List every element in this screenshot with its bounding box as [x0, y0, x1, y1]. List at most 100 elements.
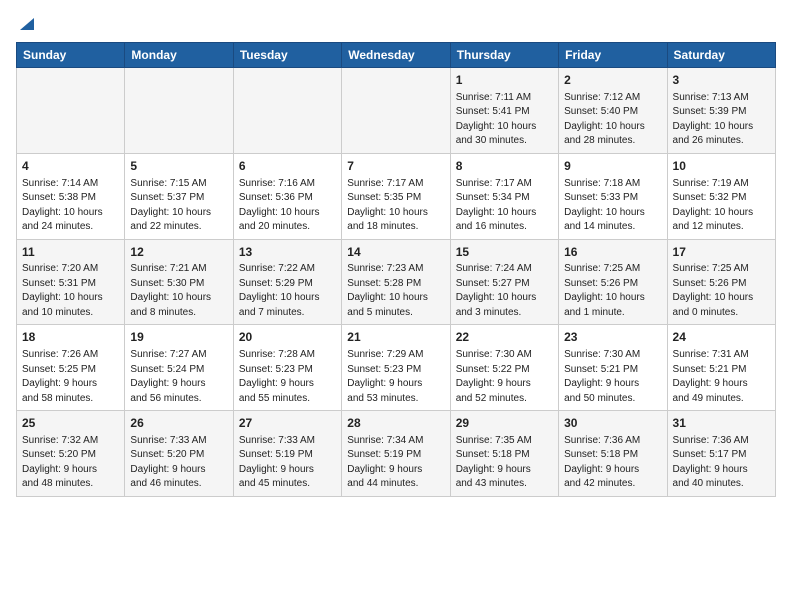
day-number: 12	[130, 244, 227, 261]
day-number: 21	[347, 329, 444, 346]
calendar-cell: 11Sunrise: 7:20 AM Sunset: 5:31 PM Dayli…	[17, 239, 125, 325]
col-header-saturday: Saturday	[667, 43, 775, 68]
day-info: Sunrise: 7:28 AM Sunset: 5:23 PM Dayligh…	[239, 348, 336, 406]
calendar-cell: 18 Sunrise: 7:26 AM Sunset: 5:25 PM Dayli…	[17, 325, 125, 411]
calendar-week-row: 1 Sunrise: 7:11 AM Sunset: 5:41 PM Daylig…	[17, 68, 776, 154]
day-number: 5	[130, 158, 227, 175]
day-info: Sunrise: 7:29 AM Sunset: 5:23 PM Dayligh…	[347, 348, 444, 406]
calendar-cell: 25Sunrise: 7:32 AM Sunset: 5:20 PM Dayli…	[17, 411, 125, 497]
day-info: Sunrise: 7:18 AM Sunset: 5:33 PM Dayligh…	[564, 177, 661, 235]
col-header-wednesday: Wednesday	[342, 43, 450, 68]
calendar-cell	[17, 68, 125, 154]
day-info: Sunrise: 7:24 AM Sunset: 5:27 PM Dayligh…	[456, 262, 553, 320]
logo-triangle-icon	[18, 14, 36, 32]
day-info: Sunrise: 7:22 AM Sunset: 5:29 PM Dayligh…	[239, 262, 336, 320]
page-header	[16, 16, 776, 32]
calendar-cell: 21 Sunrise: 7:29 AM Sunset: 5:23 PM Dayli…	[342, 325, 450, 411]
calendar-header: SundayMondayTuesdayWednesdayThursdayFrid…	[17, 43, 776, 68]
calendar-cell: 31 Sunrise: 7:36 AM Sunset: 5:17 PM Dayli…	[667, 411, 775, 497]
header-row: SundayMondayTuesdayWednesdayThursdayFrid…	[17, 43, 776, 68]
calendar-cell: 15Sunrise: 7:24 AM Sunset: 5:27 PM Dayli…	[450, 239, 558, 325]
col-header-friday: Friday	[559, 43, 667, 68]
day-info: Sunrise: 7:35 AM Sunset: 5:18 PM Dayligh…	[456, 434, 553, 492]
day-number: 31	[673, 415, 770, 432]
day-info: Sunrise: 7:27 AM Sunset: 5:24 PM Dayligh…	[130, 348, 227, 406]
day-info: Sunrise: 7:26 AM Sunset: 5:25 PM Dayligh…	[22, 348, 119, 406]
calendar-cell: 12Sunrise: 7:21 AM Sunset: 5:30 PM Dayli…	[125, 239, 233, 325]
day-info: Sunrise: 7:23 AM Sunset: 5:28 PM Dayligh…	[347, 262, 444, 320]
day-number: 26	[130, 415, 227, 432]
day-number: 30	[564, 415, 661, 432]
day-info: Sunrise: 7:12 AM Sunset: 5:40 PM Dayligh…	[564, 91, 661, 149]
col-header-sunday: Sunday	[17, 43, 125, 68]
calendar-cell: 19 Sunrise: 7:27 AM Sunset: 5:24 PM Dayli…	[125, 325, 233, 411]
calendar-cell: 30 Sunrise: 7:36 AM Sunset: 5:18 PM Dayli…	[559, 411, 667, 497]
day-number: 10	[673, 158, 770, 175]
day-number: 17	[673, 244, 770, 261]
calendar-cell: 14Sunrise: 7:23 AM Sunset: 5:28 PM Dayli…	[342, 239, 450, 325]
day-info: Sunrise: 7:33 AM Sunset: 5:20 PM Dayligh…	[130, 434, 227, 492]
calendar-cell: 29 Sunrise: 7:35 AM Sunset: 5:18 PM Dayli…	[450, 411, 558, 497]
day-number: 2	[564, 72, 661, 89]
day-number: 7	[347, 158, 444, 175]
day-number: 28	[347, 415, 444, 432]
calendar-cell: 7 Sunrise: 7:17 AM Sunset: 5:35 PM Daylig…	[342, 153, 450, 239]
day-info: Sunrise: 7:36 AM Sunset: 5:18 PM Dayligh…	[564, 434, 661, 492]
day-info: Sunrise: 7:25 AM Sunset: 5:26 PM Dayligh…	[673, 262, 770, 320]
day-info: Sunrise: 7:17 AM Sunset: 5:34 PM Dayligh…	[456, 177, 553, 235]
day-info: Sunrise: 7:11 AM Sunset: 5:41 PM Dayligh…	[456, 91, 553, 149]
col-header-tuesday: Tuesday	[233, 43, 341, 68]
day-number: 13	[239, 244, 336, 261]
calendar-cell	[233, 68, 341, 154]
day-info: Sunrise: 7:21 AM Sunset: 5:30 PM Dayligh…	[130, 262, 227, 320]
calendar-cell: 1 Sunrise: 7:11 AM Sunset: 5:41 PM Daylig…	[450, 68, 558, 154]
calendar-cell: 17Sunrise: 7:25 AM Sunset: 5:26 PM Dayli…	[667, 239, 775, 325]
day-number: 19	[130, 329, 227, 346]
day-info: Sunrise: 7:34 AM Sunset: 5:19 PM Dayligh…	[347, 434, 444, 492]
calendar-cell: 22Sunrise: 7:30 AM Sunset: 5:22 PM Dayli…	[450, 325, 558, 411]
day-number: 25	[22, 415, 119, 432]
day-info: Sunrise: 7:14 AM Sunset: 5:38 PM Dayligh…	[22, 177, 119, 235]
day-info: Sunrise: 7:20 AM Sunset: 5:31 PM Dayligh…	[22, 262, 119, 320]
calendar-cell	[342, 68, 450, 154]
col-header-monday: Monday	[125, 43, 233, 68]
day-number: 24	[673, 329, 770, 346]
calendar-cell: 8 Sunrise: 7:17 AM Sunset: 5:34 PM Daylig…	[450, 153, 558, 239]
day-number: 14	[347, 244, 444, 261]
day-number: 20	[239, 329, 336, 346]
calendar-cell: 6Sunrise: 7:16 AM Sunset: 5:36 PM Daylig…	[233, 153, 341, 239]
day-number: 4	[22, 158, 119, 175]
calendar-week-row: 25Sunrise: 7:32 AM Sunset: 5:20 PM Dayli…	[17, 411, 776, 497]
day-number: 16	[564, 244, 661, 261]
day-number: 29	[456, 415, 553, 432]
day-info: Sunrise: 7:30 AM Sunset: 5:21 PM Dayligh…	[564, 348, 661, 406]
calendar-table: SundayMondayTuesdayWednesdayThursdayFrid…	[16, 42, 776, 497]
calendar-week-row: 11Sunrise: 7:20 AM Sunset: 5:31 PM Dayli…	[17, 239, 776, 325]
day-info: Sunrise: 7:16 AM Sunset: 5:36 PM Dayligh…	[239, 177, 336, 235]
day-number: 8	[456, 158, 553, 175]
calendar-cell: 13Sunrise: 7:22 AM Sunset: 5:29 PM Dayli…	[233, 239, 341, 325]
day-number: 9	[564, 158, 661, 175]
calendar-cell: 5Sunrise: 7:15 AM Sunset: 5:37 PM Daylig…	[125, 153, 233, 239]
day-number: 11	[22, 244, 119, 261]
calendar-cell: 26 Sunrise: 7:33 AM Sunset: 5:20 PM Dayli…	[125, 411, 233, 497]
day-info: Sunrise: 7:36 AM Sunset: 5:17 PM Dayligh…	[673, 434, 770, 492]
calendar-body: 1 Sunrise: 7:11 AM Sunset: 5:41 PM Daylig…	[17, 68, 776, 497]
calendar-cell: 2 Sunrise: 7:12 AM Sunset: 5:40 PM Daylig…	[559, 68, 667, 154]
col-header-thursday: Thursday	[450, 43, 558, 68]
calendar-cell: 23Sunrise: 7:30 AM Sunset: 5:21 PM Dayli…	[559, 325, 667, 411]
day-info: Sunrise: 7:33 AM Sunset: 5:19 PM Dayligh…	[239, 434, 336, 492]
calendar-week-row: 4 Sunrise: 7:14 AM Sunset: 5:38 PM Daylig…	[17, 153, 776, 239]
day-number: 1	[456, 72, 553, 89]
day-info: Sunrise: 7:25 AM Sunset: 5:26 PM Dayligh…	[564, 262, 661, 320]
day-info: Sunrise: 7:17 AM Sunset: 5:35 PM Dayligh…	[347, 177, 444, 235]
day-number: 15	[456, 244, 553, 261]
calendar-cell: 24Sunrise: 7:31 AM Sunset: 5:21 PM Dayli…	[667, 325, 775, 411]
calendar-cell: 9 Sunrise: 7:18 AM Sunset: 5:33 PM Daylig…	[559, 153, 667, 239]
calendar-cell: 27Sunrise: 7:33 AM Sunset: 5:19 PM Dayli…	[233, 411, 341, 497]
calendar-cell	[125, 68, 233, 154]
calendar-cell: 20 Sunrise: 7:28 AM Sunset: 5:23 PM Dayli…	[233, 325, 341, 411]
logo	[16, 16, 36, 32]
day-number: 18	[22, 329, 119, 346]
calendar-cell: 16Sunrise: 7:25 AM Sunset: 5:26 PM Dayli…	[559, 239, 667, 325]
